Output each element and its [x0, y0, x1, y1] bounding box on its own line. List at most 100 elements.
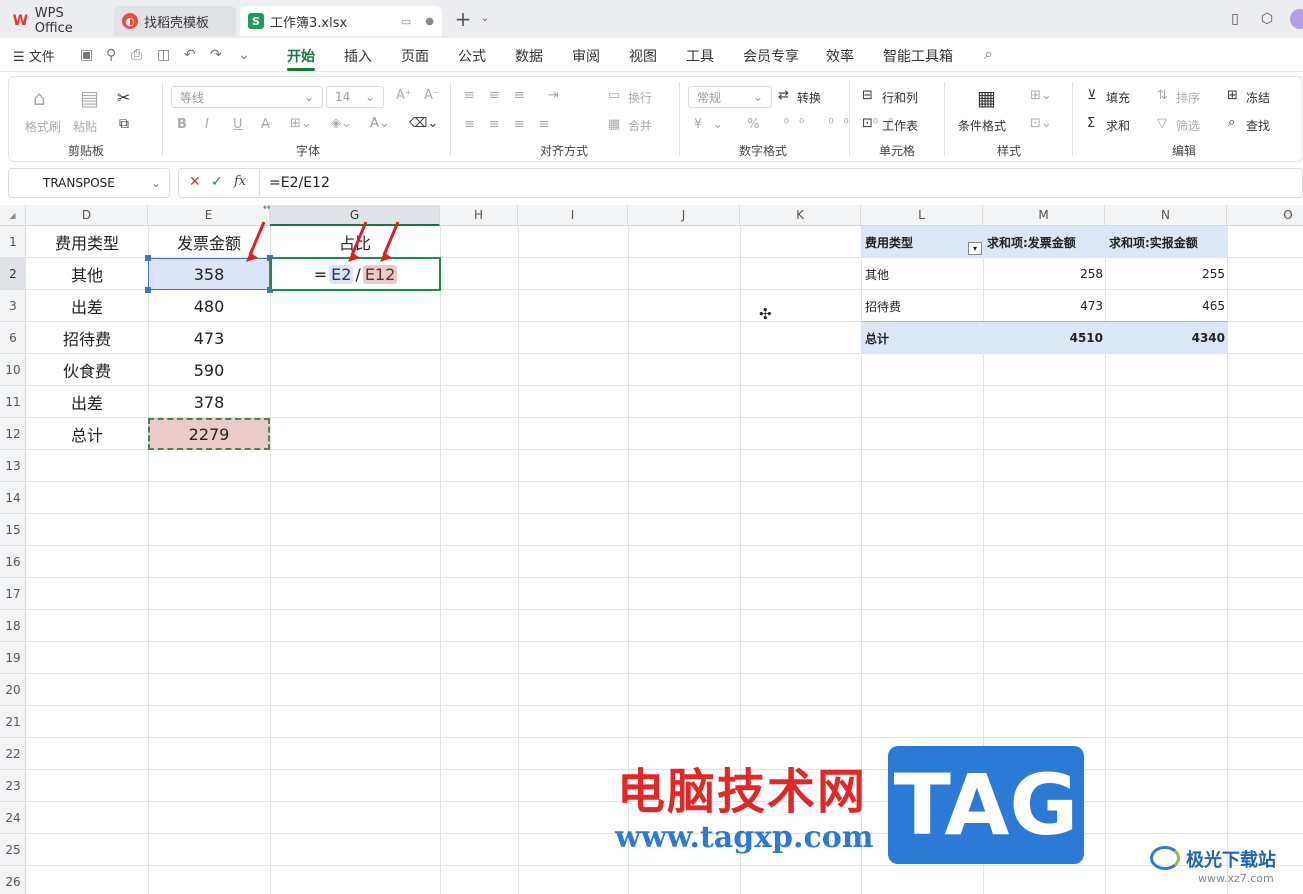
save-icon[interactable]: ▣	[80, 47, 93, 63]
cell-e10[interactable]: 590	[148, 354, 270, 386]
new-tab-icon[interactable]: +	[454, 9, 472, 29]
column-header-i[interactable]: I	[518, 205, 628, 226]
row-header-24[interactable]: 24	[0, 802, 26, 834]
underline-icon[interactable]: U	[233, 117, 243, 132]
convert-icon[interactable]: ⇄	[778, 88, 789, 103]
filter-dropdown-icon[interactable]: ▾	[968, 242, 982, 255]
column-header-d[interactable]: D	[26, 205, 148, 226]
row-header-11[interactable]: 11	[0, 386, 26, 418]
cell-d12[interactable]: 总计	[26, 418, 148, 450]
select-all-icon[interactable]: ◢	[0, 205, 26, 226]
pivot-header-invoice[interactable]: 求和项:发票金额	[987, 226, 1105, 258]
cell-e11[interactable]: 378	[148, 386, 270, 418]
row-header-25[interactable]: 25	[0, 834, 26, 866]
fill-icon[interactable]: ⊻	[1087, 88, 1097, 103]
row-header-10[interactable]: 10	[0, 354, 26, 386]
cell-d3[interactable]: 出差	[26, 290, 148, 322]
border-icon[interactable]: ⊞⌄	[290, 116, 312, 131]
row-header-16[interactable]: 16	[0, 546, 26, 578]
horizontal-align-icons[interactable]: ≡≡≡≡	[464, 117, 564, 132]
bold-icon[interactable]: B	[177, 117, 187, 132]
column-header-l[interactable]: L	[861, 205, 983, 226]
print-preview-icon[interactable]: ◫	[157, 47, 170, 63]
tab-tools[interactable]: 工具	[686, 46, 714, 66]
font-name-select[interactable]: 等线 ⌄	[171, 86, 323, 108]
font-size-select[interactable]: 14 ⌄	[326, 86, 384, 108]
row-header-23[interactable]: 23	[0, 770, 26, 802]
strikethrough-icon[interactable]: A̶	[261, 117, 270, 132]
column-header-n[interactable]: N	[1105, 205, 1227, 226]
row-header-20[interactable]: 20	[0, 674, 26, 706]
fill-button[interactable]: 填充	[1106, 89, 1130, 106]
number-format-select[interactable]: 常规 ⌄	[688, 86, 772, 108]
pivot-row-reported[interactable]: 255	[1105, 258, 1225, 290]
freeze-button[interactable]: 冻结	[1246, 89, 1270, 106]
file-menu[interactable]: ☰ 文件	[13, 46, 55, 65]
cancel-icon[interactable]: ✕	[189, 174, 201, 190]
pivot-total-label[interactable]: 总计	[865, 322, 975, 354]
format-painter-icon[interactable]: ⌂	[33, 86, 46, 110]
redo-icon[interactable]: ↷	[210, 47, 222, 63]
more-icon[interactable]: ⌄	[238, 47, 250, 63]
column-header-o[interactable]: O	[1227, 205, 1303, 226]
row-header-13[interactable]: 13	[0, 450, 26, 482]
sum-icon[interactable]: Σ	[1087, 116, 1095, 131]
clear-format-icon[interactable]: ⌫⌄	[409, 116, 438, 131]
column-header-j[interactable]: J	[628, 205, 740, 226]
convert-button[interactable]: 转换	[797, 89, 821, 106]
rows-cols-icon[interactable]: ⊟	[862, 88, 873, 103]
row-header-3[interactable]: 3	[0, 290, 26, 322]
sort-button[interactable]: 排序	[1176, 89, 1200, 106]
cell-style-icon[interactable]: ⊡⌄	[1030, 116, 1052, 131]
indent-icon[interactable]: ⇥	[548, 88, 559, 103]
conditional-format-icon[interactable]: ▦	[977, 86, 996, 110]
search-icon[interactable]: ⌕	[984, 44, 993, 64]
row-header-6[interactable]: 6	[0, 322, 26, 354]
fx-icon[interactable]: fx	[234, 174, 246, 189]
rows-cols-button[interactable]: 行和列	[882, 89, 918, 106]
freeze-icon[interactable]: ⊞	[1227, 88, 1238, 103]
fill-color-icon[interactable]: ◈⌄	[331, 116, 352, 131]
vertical-align-icons[interactable]: ≡≡≡	[464, 88, 539, 103]
format-painter-button[interactable]: 格式刷	[25, 118, 61, 135]
pivot-total-reported[interactable]: 4340	[1105, 322, 1225, 354]
pivot-row-type[interactable]: 招待费	[865, 290, 975, 322]
row-header-17[interactable]: 17	[0, 578, 26, 610]
pivot-row-invoice[interactable]: 258	[983, 258, 1103, 290]
row-header-21[interactable]: 21	[0, 706, 26, 738]
pivot-header-reported[interactable]: 求和项:实报金额	[1109, 226, 1227, 258]
tab-member[interactable]: 会员专享	[743, 46, 799, 66]
pivot-row-type[interactable]: 其他	[865, 258, 975, 290]
pivot-header-type[interactable]: 费用类型	[865, 226, 975, 258]
row-header-2[interactable]: 2	[0, 258, 26, 290]
tab-workbook[interactable]: S 工作簿3.xlsx ▭ ●	[240, 6, 442, 36]
cube-icon[interactable]: ⬡	[1258, 10, 1276, 28]
tab-insert[interactable]: 插入	[344, 46, 372, 66]
column-header-k[interactable]: K	[740, 205, 861, 226]
name-box[interactable]: TRANSPOSE ⌄	[8, 168, 170, 198]
decrease-font-icon[interactable]: A⁻	[424, 88, 440, 103]
tab-page[interactable]: 页面	[401, 46, 429, 66]
cell-e6[interactable]: 473	[148, 322, 270, 354]
pivot-total-invoice[interactable]: 4510	[983, 322, 1103, 354]
monitor-icon[interactable]: ▭	[401, 15, 411, 28]
worksheet-icon[interactable]: ⊡	[862, 116, 873, 131]
cut-icon[interactable]: ✂	[117, 88, 130, 107]
tab-view[interactable]: 视图	[629, 46, 657, 66]
wrap-button[interactable]: 换行	[628, 89, 652, 106]
wrap-icon[interactable]: ▭	[608, 88, 620, 103]
row-header-1[interactable]: 1	[0, 226, 26, 258]
tab-smart-toolbox[interactable]: 智能工具箱	[883, 46, 953, 66]
undo-icon[interactable]: ↶	[184, 47, 196, 63]
tab-home[interactable]: 开始	[287, 46, 315, 66]
tab-formula[interactable]: 公式	[458, 46, 486, 66]
find-icon[interactable]: ⌕	[1228, 115, 1235, 130]
increase-font-icon[interactable]: A⁺	[396, 88, 412, 103]
chevron-down-icon[interactable]: ⌄	[476, 10, 494, 28]
copy-icon[interactable]: ⧉	[119, 116, 129, 132]
window-layout-icon[interactable]: ▯	[1226, 10, 1244, 28]
merge-icon[interactable]: ▦	[608, 117, 620, 132]
cell-e3[interactable]: 480	[148, 290, 270, 322]
row-header-12[interactable]: 12	[0, 418, 26, 450]
cell-d10[interactable]: 伙食费	[26, 354, 148, 386]
